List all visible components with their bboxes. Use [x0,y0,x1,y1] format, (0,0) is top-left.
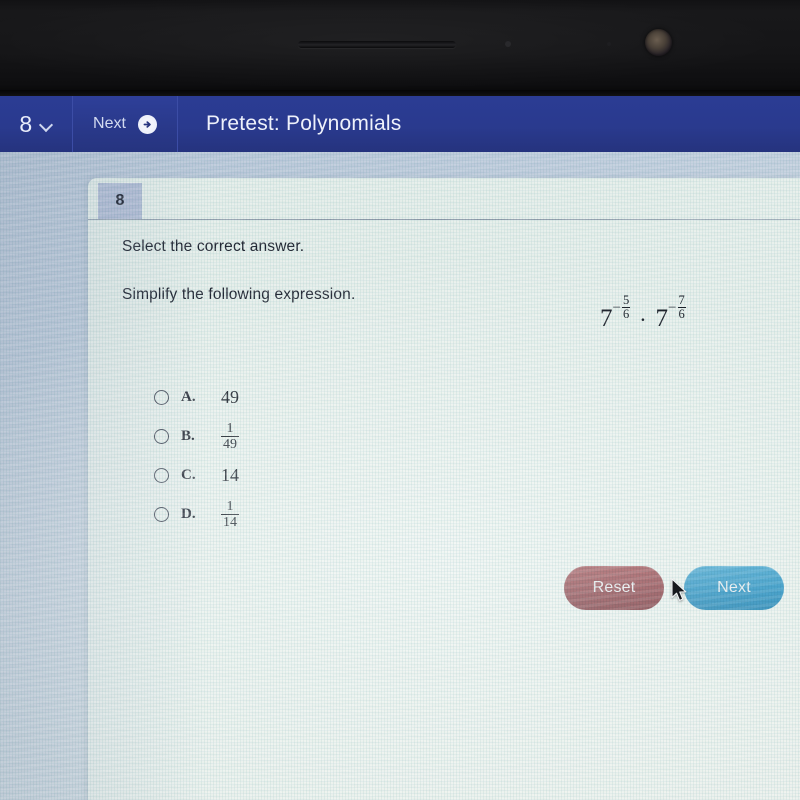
sensor-dot-icon [607,42,611,46]
card-divider [88,219,800,220]
option-letter: B. [181,428,195,444]
quiz-page-background: 8 Select the correct answer. Simplify th… [0,152,800,800]
speaker-slot-icon [298,41,456,48]
expression-term-2: 7 − 7 6 [655,294,686,333]
option-numerator: 1 [226,498,234,514]
term-2-exponent: − 7 6 [668,293,686,322]
sensor-dot-icon [505,41,511,47]
arrow-right-circle-icon [137,114,157,134]
answer-options-list: A. 49 B. 1 49 C. 14 D. 1 14 [154,378,454,534]
option-fraction: 1 49 [221,421,239,453]
nav-next-label: Next [93,115,126,132]
radio-button-icon[interactable] [154,507,169,522]
radio-button-icon[interactable] [154,429,169,444]
laptop-screen-photo: 8 Next Pretest: Polynomials 8 Select the… [0,0,800,800]
option-fraction: 1 14 [221,499,239,531]
option-letter: D. [181,506,196,522]
webcam-lens-icon [645,29,672,56]
term-2-exponent-fraction: 7 6 [677,293,686,321]
bezel-sheen [0,0,800,96]
option-letter: A. [181,389,196,405]
term-1-exponent-sign: − [612,300,621,316]
chevron-down-icon [40,120,53,128]
option-value: 49 [221,387,239,407]
term-1-exponent-numerator: 5 [622,293,630,307]
option-letter: C. [181,467,196,483]
answer-option-b[interactable]: B. 1 49 [154,417,454,456]
instruction-text: Select the correct answer. [122,238,305,255]
term-2-base: 7 [655,305,669,332]
answer-option-a[interactable]: A. 49 [154,378,454,417]
option-value: 14 [221,465,239,485]
term-1-base: 7 [600,305,613,332]
laptop-bezel [0,0,800,96]
term-1-exponent-fraction: 5 6 [621,293,631,321]
question-card: 8 Select the correct answer. Simplify th… [88,178,800,800]
multiplication-operator: · [639,307,647,332]
radio-button-icon[interactable] [154,468,169,483]
expression-term-1: 7 − 5 6 [600,294,631,333]
question-text: Simplify the following expression. [122,286,356,303]
question-number-label: 8 [19,110,33,137]
question-number-dropdown[interactable]: 8 [0,96,72,152]
action-button-group: Reset Next [564,566,784,610]
term-1-exponent-denominator: 6 [621,307,631,321]
option-numerator: 1 [226,420,234,436]
next-button[interactable]: Next [684,566,784,610]
term-2-exponent-numerator: 7 [678,293,685,307]
math-expression: 7 − 5 6 · 7 − 7 6 [600,294,686,333]
term-2-exponent-sign: − [668,300,677,316]
option-denominator: 14 [221,514,239,530]
radio-button-icon[interactable] [154,390,169,405]
reset-button[interactable]: Reset [564,566,664,610]
option-value: 1 49 [221,421,239,453]
page-title: Pretest: Polynomials [206,112,402,135]
question-badge: 8 [98,183,142,219]
term-2-exponent-denominator: 6 [677,307,686,321]
app-top-bar: 8 Next Pretest: Polynomials [0,96,800,152]
answer-option-c[interactable]: C. 14 [154,456,454,495]
option-value: 1 14 [221,499,239,531]
answer-option-d[interactable]: D. 1 14 [154,495,454,534]
nav-next-button[interactable]: Next [72,96,178,152]
term-1-exponent: − 5 6 [612,293,631,322]
option-denominator: 49 [221,436,239,452]
